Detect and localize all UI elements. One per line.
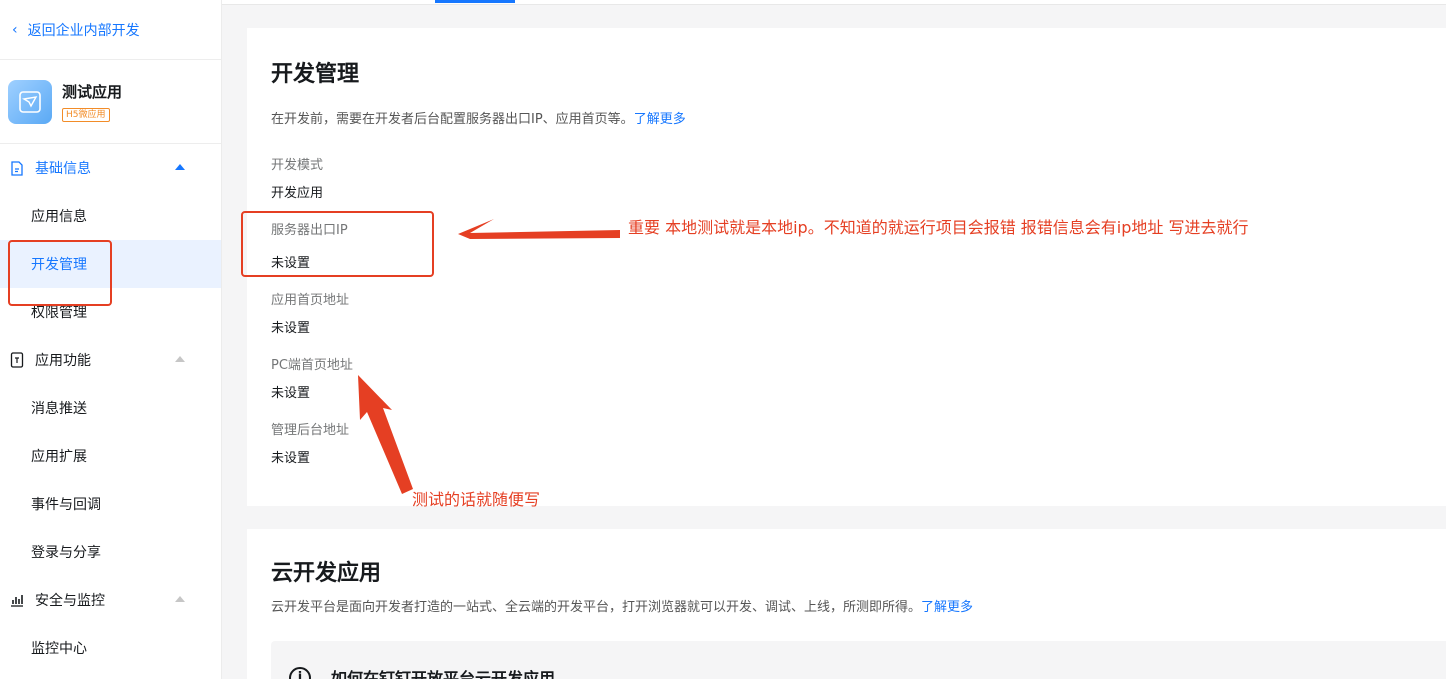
annotation-note-ip: 重要 本地测试就是本地ip。不知道的就运行项目会报错 报错信息会有ip地址 写进…: [628, 218, 1249, 237]
annotation-arrows: [358, 219, 620, 494]
annotation-note-test: 测试的话就随便写: [412, 490, 541, 509]
arrow-to-server-ip: [458, 219, 620, 249]
arrow-to-pc-url: [358, 375, 413, 494]
